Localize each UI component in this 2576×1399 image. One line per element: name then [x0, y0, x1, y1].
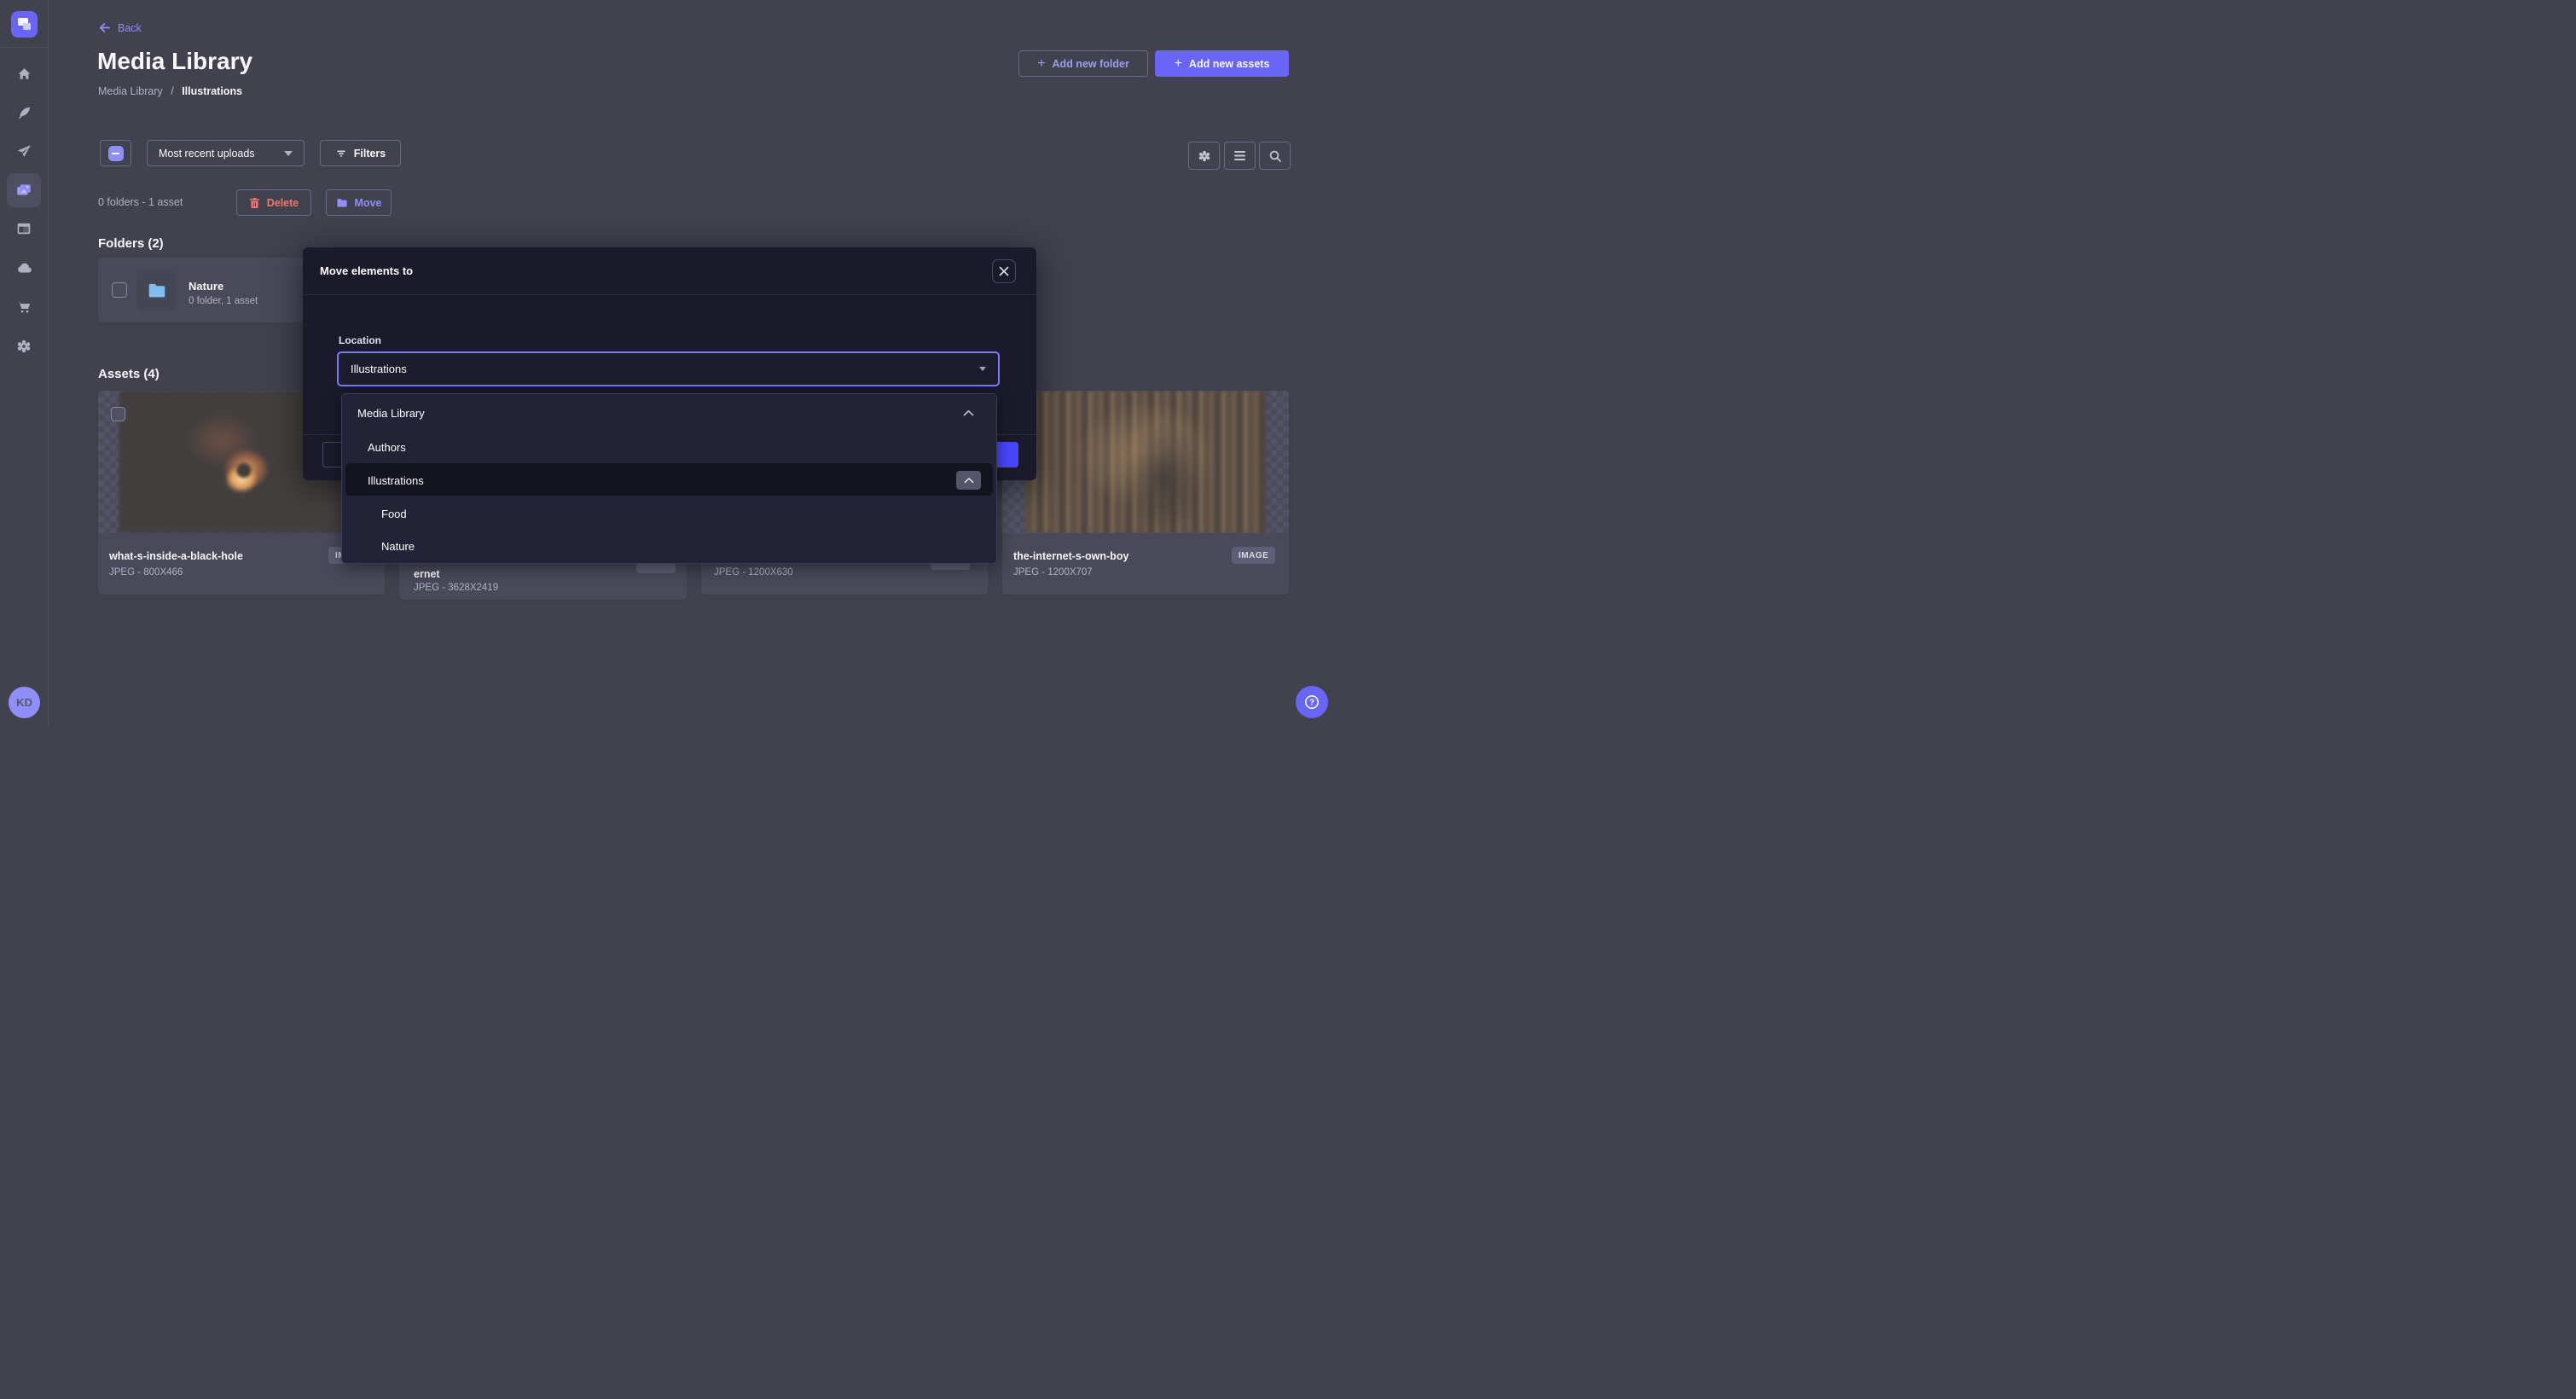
chevron-down-icon: [979, 367, 986, 371]
tree-item-label: Authors: [368, 441, 406, 454]
modal-header: Move elements to: [303, 247, 1036, 295]
tree-item-label: Nature: [381, 540, 415, 553]
collapse-illustrations-button[interactable]: [956, 471, 981, 490]
tree-item-authors[interactable]: Authors: [342, 430, 996, 464]
location-dropdown: Media Library Authors Illustrations Food…: [341, 393, 997, 564]
location-label: Location: [339, 334, 381, 346]
close-button[interactable]: [992, 259, 1016, 283]
location-value: Illustrations: [351, 363, 407, 375]
modal-backdrop[interactable]: [0, 0, 2576, 1399]
tree-item-label: Media Library: [357, 407, 425, 420]
tree-item-media-library[interactable]: Media Library: [342, 396, 996, 430]
tree-item-label: Illustrations: [368, 474, 424, 487]
chevron-up-icon: [964, 477, 974, 484]
close-icon: [999, 266, 1009, 276]
location-select[interactable]: Illustrations: [337, 351, 1000, 386]
chevron-up-icon[interactable]: [963, 409, 974, 416]
modal-title: Move elements to: [320, 264, 413, 277]
tree-item-illustrations[interactable]: Illustrations: [342, 463, 996, 497]
tree-item-food[interactable]: Food: [342, 496, 996, 531]
tree-item-label: Food: [381, 508, 407, 520]
tree-item-nature[interactable]: Nature: [342, 529, 996, 563]
